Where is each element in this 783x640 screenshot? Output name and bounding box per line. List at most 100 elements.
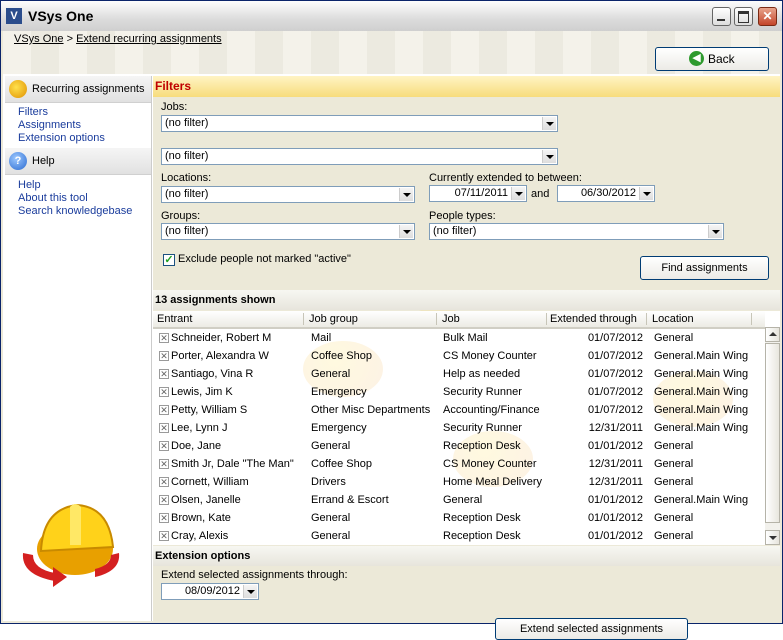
sidebar-links-recurring: Filters Assignments Extension options xyxy=(18,106,105,145)
extend-selected-button[interactable]: Extend selected assignments xyxy=(495,618,688,640)
chevron-down-icon xyxy=(511,187,525,200)
column-separator[interactable] xyxy=(546,313,547,325)
jobs-select[interactable]: (no filter) xyxy=(161,115,558,132)
column-header-job-group[interactable]: Job group xyxy=(309,313,358,325)
table-cell: General xyxy=(443,494,483,506)
x-box-icon[interactable]: ✕ xyxy=(159,495,169,505)
close-icon: ✕ xyxy=(762,9,773,23)
column-header-location[interactable]: Location xyxy=(652,313,694,325)
x-box-icon[interactable]: ✕ xyxy=(159,441,169,451)
table-cell: Reception Desk xyxy=(443,530,521,542)
x-box-icon[interactable]: ✕ xyxy=(159,513,169,523)
table-cell: General xyxy=(654,332,694,344)
table-cell: General xyxy=(311,530,351,542)
sidebar-section-help[interactable]: ? Help xyxy=(5,148,151,175)
window-title: VSys One xyxy=(28,8,94,24)
table-cell: Brown, Kate xyxy=(171,512,231,524)
maximize-button[interactable] xyxy=(734,7,753,26)
maximize-icon xyxy=(735,8,752,25)
table-cell: Drivers xyxy=(311,476,346,488)
chevron-down-icon xyxy=(639,187,653,200)
table-cell: Reception Desk xyxy=(443,440,521,452)
table-row[interactable]: ✕ Doe, Jane General Reception Desk 01/01/201… xyxy=(153,437,765,455)
jobs-value: (no filter) xyxy=(165,117,209,129)
x-box-icon[interactable]: ✕ xyxy=(159,333,169,343)
table-cell: General xyxy=(654,440,694,452)
date-from-value: 07/11/2011 xyxy=(454,187,508,199)
green-back-arrow-icon: ◀ xyxy=(689,51,704,66)
chevron-down-icon xyxy=(542,117,556,130)
date-to-picker[interactable]: 06/30/2012 xyxy=(557,185,655,202)
column-separator[interactable] xyxy=(303,313,304,325)
scroll-thumb[interactable] xyxy=(765,343,780,523)
scroll-down-arrow-icon[interactable] xyxy=(765,530,780,545)
table-cell: Emergency xyxy=(311,422,367,434)
column-separator[interactable] xyxy=(646,313,647,325)
locations-select-box[interactable]: (no filter) xyxy=(161,186,415,203)
x-box-icon[interactable]: ✕ xyxy=(159,351,169,361)
hard-hat-refresh-icon xyxy=(22,503,120,587)
breadcrumb-current-link[interactable]: Extend recurring assignments xyxy=(76,33,222,45)
table-row[interactable]: ✕ Santiago, Vina R General Help as needed 01… xyxy=(153,365,765,383)
extension-options-bar: Extension options xyxy=(153,546,780,566)
grid-scrollbar[interactable] xyxy=(765,327,780,545)
people-types-label: People types: xyxy=(429,210,496,222)
breadcrumb: VSys One > Extend recurring assignments xyxy=(14,33,222,45)
title-bar[interactable]: V VSys One ✕ xyxy=(1,1,782,31)
x-box-icon[interactable]: ✕ xyxy=(159,423,169,433)
table-row[interactable]: ✕ Smith Jr, Dale "The Man" Coffee Shop CS M… xyxy=(153,455,765,473)
table-cell: General xyxy=(311,368,351,380)
sidebar-link-filters[interactable]: Filters xyxy=(18,106,105,119)
table-row[interactable]: ✕ Porter, Alexandra W Coffee Shop CS Money … xyxy=(153,347,765,365)
table-cell: General xyxy=(654,530,694,542)
find-assignments-button[interactable]: Find assignments xyxy=(640,256,769,280)
extended-between-label: Currently extended to between: xyxy=(429,172,582,184)
table-cell: Coffee Shop xyxy=(311,350,372,362)
exclude-inactive-checkbox[interactable]: ✓ xyxy=(163,254,175,266)
column-header-extended-through[interactable]: Extended through xyxy=(550,313,637,325)
table-cell: 12/31/2011 xyxy=(588,458,643,470)
x-box-icon[interactable]: ✕ xyxy=(159,387,169,397)
sidebar-link-search-kb[interactable]: Search knowledgebase xyxy=(18,205,132,218)
table-cell: CS Money Counter xyxy=(443,458,537,470)
table-row[interactable]: ✕ Lewis, Jim K Emergency Security Runner 01/… xyxy=(153,383,765,401)
sidebar-link-extension-options[interactable]: Extension options xyxy=(18,132,105,145)
table-row[interactable]: ✕ Lee, Lynn J Emergency Security Runner 12/3… xyxy=(153,419,765,437)
x-box-icon[interactable]: ✕ xyxy=(159,459,169,469)
table-row[interactable]: ✕ Olsen, Janelle Errand & Escort General 01/… xyxy=(153,491,765,509)
table-row[interactable]: ✕ Petty, William S Other Misc Departments A… xyxy=(153,401,765,419)
sidebar-section-recurring[interactable]: Recurring assignments xyxy=(5,76,151,103)
x-box-icon[interactable]: ✕ xyxy=(159,405,169,415)
column-header-entrant[interactable]: Entrant xyxy=(157,313,192,325)
people-types-select[interactable]: (no filter) xyxy=(429,223,724,240)
column-header-job[interactable]: Job xyxy=(442,313,460,325)
table-cell: Cornett, William xyxy=(171,476,249,488)
table-row[interactable]: ✕ Schneider, Robert M Mail Bulk Mail 01/07/2… xyxy=(153,329,765,347)
locations-select[interactable]: (no filter) xyxy=(161,148,558,165)
close-button[interactable]: ✕ xyxy=(758,7,777,26)
table-row[interactable]: ✕ Cray, Alexis General Reception Desk 01/01/… xyxy=(153,527,765,545)
sidebar-link-about[interactable]: About this tool xyxy=(18,192,132,205)
table-row[interactable]: ✕ Cornett, William Drivers Home Meal Delive… xyxy=(153,473,765,491)
x-box-icon[interactable]: ✕ xyxy=(159,477,169,487)
locations-value: (no filter) xyxy=(165,150,209,162)
extend-through-picker[interactable]: 08/09/2012 xyxy=(161,583,259,600)
sidebar-link-help[interactable]: Help xyxy=(18,179,132,192)
minimize-button[interactable] xyxy=(712,7,731,26)
sidebar-link-assignments[interactable]: Assignments xyxy=(18,119,105,132)
date-from-picker[interactable]: 07/11/2011 xyxy=(429,185,527,202)
locations-value: (no filter) xyxy=(165,188,209,200)
groups-select[interactable]: (no filter) xyxy=(161,223,415,240)
x-box-icon[interactable]: ✕ xyxy=(159,369,169,379)
groups-label: Groups: xyxy=(161,210,201,222)
x-box-icon[interactable]: ✕ xyxy=(159,531,169,541)
table-row[interactable]: ✕ Brown, Kate General Reception Desk 01/01/2… xyxy=(153,509,765,527)
breadcrumb-home-link[interactable]: VSys One xyxy=(14,33,64,45)
back-button[interactable]: ◀ Back xyxy=(655,47,769,71)
column-separator[interactable] xyxy=(751,313,752,325)
column-separator[interactable] xyxy=(436,313,437,325)
table-cell: General.Main Wing xyxy=(654,368,749,380)
scroll-up-arrow-icon[interactable] xyxy=(765,327,780,342)
chevron-down-icon xyxy=(399,188,413,201)
chevron-down-icon xyxy=(542,150,556,163)
